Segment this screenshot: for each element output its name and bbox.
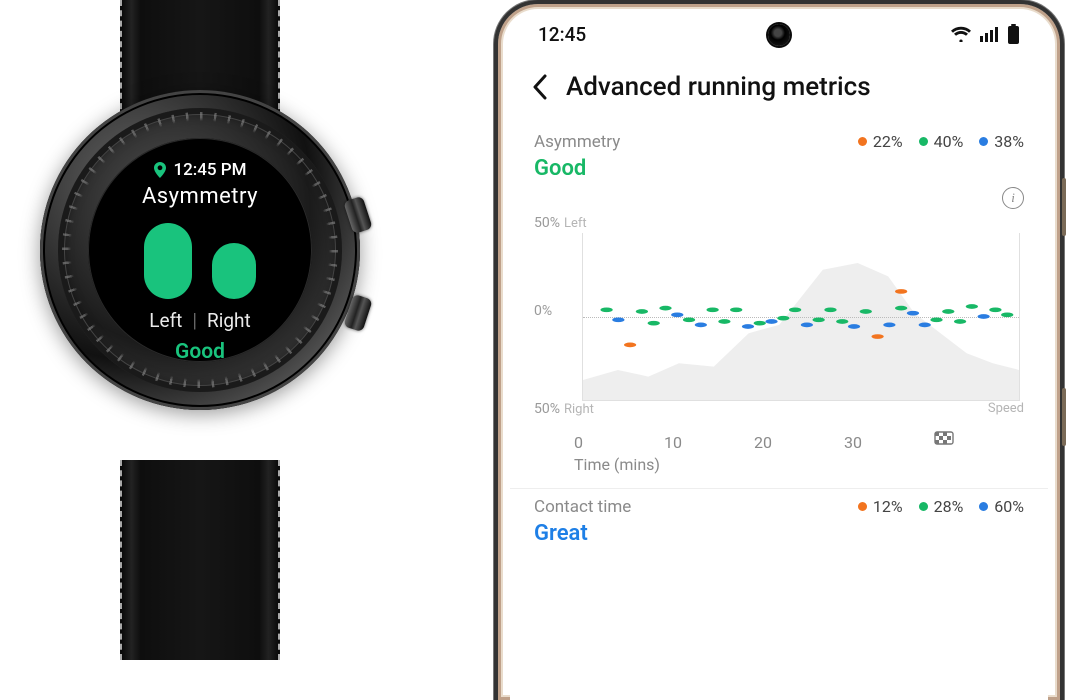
y-axis-label: 50%Right bbox=[534, 401, 594, 417]
wifi-icon bbox=[951, 26, 971, 42]
smartwatch: 12:45 PM Asymmetry Left | Right Good bbox=[10, 0, 390, 660]
watch-strap bbox=[120, 460, 280, 660]
section-asymmetry: Asymmetry Good 22% 40% 38% i 50%Left 0% … bbox=[510, 124, 1048, 488]
finish-flag-icon bbox=[934, 431, 1024, 453]
asymmetry-status: Good bbox=[534, 156, 620, 181]
legend-item: 38% bbox=[979, 132, 1024, 151]
legend-value: 12% bbox=[873, 497, 903, 516]
legend-dot-icon bbox=[919, 502, 928, 511]
legend-item: 22% bbox=[858, 132, 903, 151]
watch-status-bar: 12:45 PM bbox=[153, 160, 246, 180]
y-axis-label: 0% bbox=[534, 303, 552, 319]
y-axis-label: 50%Left bbox=[534, 215, 587, 231]
x-axis: 0 10 20 30 bbox=[574, 425, 1024, 453]
phone-frame: 12:45 Advanced running metrics bbox=[494, 0, 1064, 700]
front-camera bbox=[768, 24, 790, 46]
page-title: Advanced running metrics bbox=[566, 72, 871, 102]
scatter-points bbox=[583, 233, 1019, 400]
asymmetry-feet-graphic bbox=[144, 223, 256, 299]
back-button[interactable] bbox=[532, 74, 548, 100]
info-button[interactable]: i bbox=[1002, 187, 1024, 209]
legend-dot-icon bbox=[919, 137, 928, 146]
watch-metric-status: Good bbox=[175, 340, 225, 364]
x-tick: 20 bbox=[754, 433, 844, 452]
watch-side-button[interactable] bbox=[343, 294, 373, 333]
legend-item: 28% bbox=[919, 497, 964, 516]
section-contact-time: Contact time Great 12% 28% 60% bbox=[510, 488, 1048, 560]
legend-value: 40% bbox=[934, 132, 964, 151]
right-label: Right bbox=[207, 309, 251, 332]
asymmetry-chart[interactable]: 50%Left 0% 50%Right Speed bbox=[534, 215, 1024, 425]
legend-value: 60% bbox=[994, 497, 1024, 516]
x-axis-title: Time (mins) bbox=[574, 453, 1024, 474]
page-header: Advanced running metrics bbox=[510, 56, 1048, 124]
phone-screen: 12:45 Advanced running metrics bbox=[510, 12, 1048, 700]
chart-plot-area bbox=[582, 233, 1020, 401]
legend-item: 12% bbox=[858, 497, 903, 516]
contact-label: Contact time bbox=[534, 497, 631, 517]
signal-icon bbox=[979, 26, 999, 42]
contact-status: Great bbox=[534, 521, 631, 546]
asymmetry-legend: 22% 40% 38% bbox=[858, 132, 1024, 151]
left-foot-icon bbox=[144, 223, 192, 299]
right-foot-icon bbox=[212, 243, 256, 299]
divider: | bbox=[192, 309, 197, 332]
x-tick: 0 bbox=[574, 433, 664, 452]
legend-dot-icon bbox=[979, 502, 988, 511]
phone-power-button[interactable] bbox=[1062, 388, 1066, 446]
x-tick: 30 bbox=[844, 433, 934, 452]
legend-dot-icon bbox=[858, 502, 867, 511]
x-tick: 10 bbox=[664, 433, 754, 452]
watch-screen[interactable]: 12:45 PM Asymmetry Left | Right Good bbox=[88, 138, 312, 362]
legend-item: 60% bbox=[979, 497, 1024, 516]
asymmetry-label: Asymmetry bbox=[534, 132, 620, 152]
legend-item: 40% bbox=[919, 132, 964, 151]
legend-value: 28% bbox=[934, 497, 964, 516]
status-time: 12:45 bbox=[538, 23, 586, 46]
speed-axis-label: Speed bbox=[988, 401, 1024, 416]
legend-value: 38% bbox=[994, 132, 1024, 151]
legend-value: 22% bbox=[873, 132, 903, 151]
watch-time: 12:45 PM bbox=[173, 160, 246, 180]
legend-dot-icon bbox=[979, 137, 988, 146]
battery-icon bbox=[1007, 24, 1020, 44]
left-label: Left bbox=[149, 309, 182, 332]
watch-case: 12:45 PM Asymmetry Left | Right Good bbox=[40, 90, 360, 410]
watch-left-right-labels: Left | Right bbox=[149, 309, 250, 332]
watch-crown-button[interactable] bbox=[343, 196, 373, 235]
watch-metric-title: Asymmetry bbox=[142, 184, 258, 209]
phone-volume-button[interactable] bbox=[1062, 178, 1066, 236]
legend-dot-icon bbox=[858, 137, 867, 146]
location-icon bbox=[153, 162, 167, 178]
contact-legend: 12% 28% 60% bbox=[858, 497, 1024, 516]
